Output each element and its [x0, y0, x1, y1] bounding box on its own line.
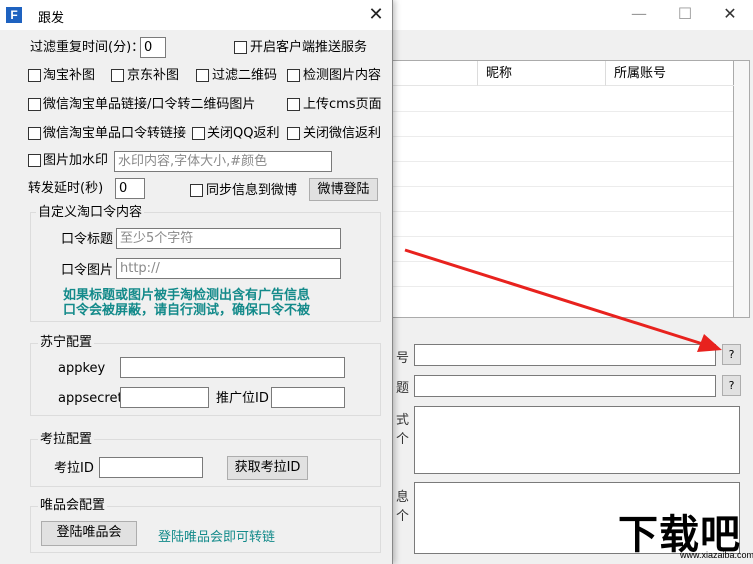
wechat-taobao-link-label: 微信淘宝单品链接/口令转二维码图片	[43, 97, 256, 112]
token-title-label: 口令标题	[61, 232, 114, 247]
dialog-titlebar: F 跟发 ✕	[0, 0, 392, 30]
wechat-taobao-token-checkbox[interactable]	[28, 127, 41, 140]
weibo-login-button[interactable]: 微博登陆	[309, 178, 378, 201]
appsecret-input[interactable]	[120, 387, 209, 408]
wechat-taobao-link-checkbox[interactable]	[28, 98, 41, 111]
watermark-input[interactable]: 水印内容,字体大小,#颜色	[114, 151, 332, 172]
dialog-close-icon[interactable]: ✕	[362, 2, 390, 28]
site-watermark: 下载吧 www.xiazaiba.com	[618, 506, 753, 562]
taobao-fill-label: 淘宝补图	[43, 68, 96, 83]
detect-image-checkbox[interactable]	[287, 69, 300, 82]
taobao-fill-checkbox[interactable]	[28, 69, 41, 82]
dialog-app-icon: F	[6, 7, 22, 23]
jd-fill-checkbox[interactable]	[111, 69, 124, 82]
token-title-input[interactable]: 至少5个字符	[116, 228, 341, 249]
suning-group-title: 苏宁配置	[38, 334, 95, 351]
filter-repeat-label: 过滤重复时间(分)：	[30, 40, 145, 55]
jd-fill-label: 京东补图	[127, 68, 180, 83]
token-image-label: 口令图片	[61, 263, 114, 278]
vip-hint-text: 登陆唯品会即可转链	[158, 530, 276, 545]
disable-qq-rebate-label: 关闭QQ返利	[207, 126, 280, 141]
appkey-label: appkey	[58, 361, 106, 376]
filter-repeat-input[interactable]: 0	[140, 37, 166, 58]
get-kaola-id-button[interactable]: 获取考拉ID	[227, 456, 308, 480]
filter-qrcode-label: 过滤二维码	[212, 68, 278, 83]
wechat-taobao-token-label: 微信淘宝单品口令转链接	[43, 126, 187, 141]
watermark-url: www.xiazaiba.com	[680, 550, 753, 560]
filter-qrcode-checkbox[interactable]	[196, 69, 209, 82]
vip-login-button[interactable]: 登陆唯品会	[41, 521, 137, 546]
kaola-group-title: 考拉配置	[38, 431, 95, 448]
forward-dialog: F 跟发 ✕ 过滤重复时间(分)： 0 开启客户端推送服务 淘宝补图 京东补图 …	[0, 0, 393, 564]
watermark-checkbox[interactable]	[28, 154, 41, 167]
vip-group-title: 唯品会配置	[38, 497, 108, 514]
token-notice-line2: 口令会被屏蔽，请自行测试，确保口令不被	[63, 303, 311, 318]
sync-weibo-label: 同步信息到微博	[206, 183, 298, 198]
disable-wechat-rebate-label: 关闭微信返利	[303, 126, 382, 141]
kaola-id-input[interactable]	[99, 457, 203, 478]
custom-token-group-title: 自定义淘口令内容	[36, 204, 145, 221]
promo-id-label: 推广位ID	[216, 391, 269, 406]
disable-wechat-rebate-checkbox[interactable]	[287, 127, 300, 140]
client-push-checkbox[interactable]	[234, 41, 247, 54]
kaola-id-label: 考拉ID	[54, 461, 94, 476]
promo-id-input[interactable]	[271, 387, 345, 408]
upload-cms-checkbox[interactable]	[287, 98, 300, 111]
client-push-label: 开启客户端推送服务	[250, 40, 368, 55]
watermark-label: 图片加水印	[43, 153, 109, 168]
upload-cms-label: 上传cms页面	[303, 97, 382, 112]
token-image-input[interactable]: http://	[116, 258, 341, 279]
detect-image-label: 检测图片内容	[303, 68, 382, 83]
appsecret-label: appsecret	[58, 391, 123, 406]
sync-weibo-checkbox[interactable]	[190, 184, 203, 197]
forward-delay-input[interactable]: 0	[115, 178, 145, 199]
disable-qq-rebate-checkbox[interactable]	[192, 127, 205, 140]
forward-delay-label: 转发延时(秒)	[28, 181, 104, 196]
dialog-title: 跟发	[38, 11, 65, 26]
appkey-input[interactable]	[120, 357, 345, 378]
